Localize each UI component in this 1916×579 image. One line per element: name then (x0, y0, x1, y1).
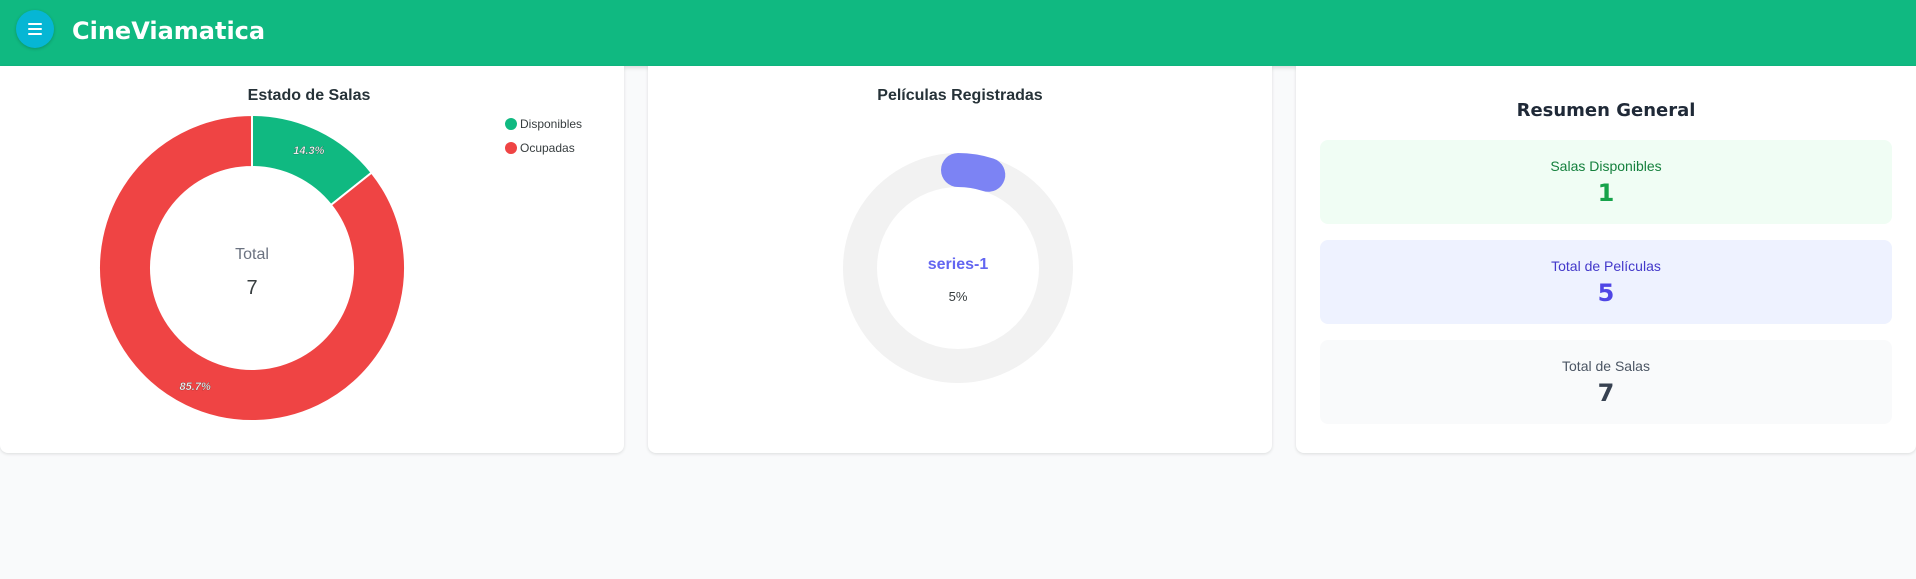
stat-label: Salas Disponibles (1550, 158, 1662, 174)
stat-value: 7 (1597, 379, 1615, 407)
stat-total-peliculas: Total de Películas 5 (1320, 240, 1892, 324)
legend-marker-ocupadas (505, 142, 517, 154)
donut-total-label: Total (235, 246, 269, 263)
hamburger-menu-icon (28, 23, 42, 35)
stat-total-salas: Total de Salas 7 (1320, 340, 1892, 424)
legend-marker-disponibles (505, 118, 517, 130)
salas-status-card: Estado de Salas 14.3% 85.7% Total 7 Dispo… (0, 66, 624, 453)
legend-label-disponibles: Disponibles (520, 117, 583, 131)
donut-total-value: 7 (246, 277, 257, 299)
legend-label-ocupadas: Ocupadas (520, 141, 575, 155)
summary-title: Resumen General (1516, 100, 1696, 121)
legend-item-disponibles[interactable]: Disponibles (505, 112, 582, 136)
radial-bar-series-1 (941, 153, 1006, 192)
stat-value: 1 (1597, 179, 1615, 207)
radial-series-label: series-1 (928, 256, 989, 273)
salas-legend: Disponibles Ocupadas (505, 112, 582, 160)
app-header: CineViamatica (0, 0, 1916, 66)
stat-value: 5 (1597, 279, 1615, 307)
menu-button[interactable] (16, 10, 54, 48)
stat-salas-disponibles: Salas Disponibles 1 (1320, 140, 1892, 224)
app-title: CineViamatica (72, 17, 266, 45)
summary-card: Resumen General Salas Disponibles 1 Tota… (1296, 66, 1916, 453)
donut-data-label-ocupadas: 85.7% (180, 381, 211, 393)
stat-label: Total de Salas (1562, 358, 1650, 374)
legend-item-ocupadas[interactable]: Ocupadas (505, 136, 582, 160)
donut-data-label-disponibles: 14.3% (293, 145, 324, 157)
radial-value-label: 5% (949, 289, 968, 304)
peliculas-radial-chart: series-1 5% (843, 153, 1073, 383)
stat-label: Total de Películas (1551, 258, 1661, 274)
peliculas-card: Películas Registradas series-1 5% (648, 66, 1272, 453)
